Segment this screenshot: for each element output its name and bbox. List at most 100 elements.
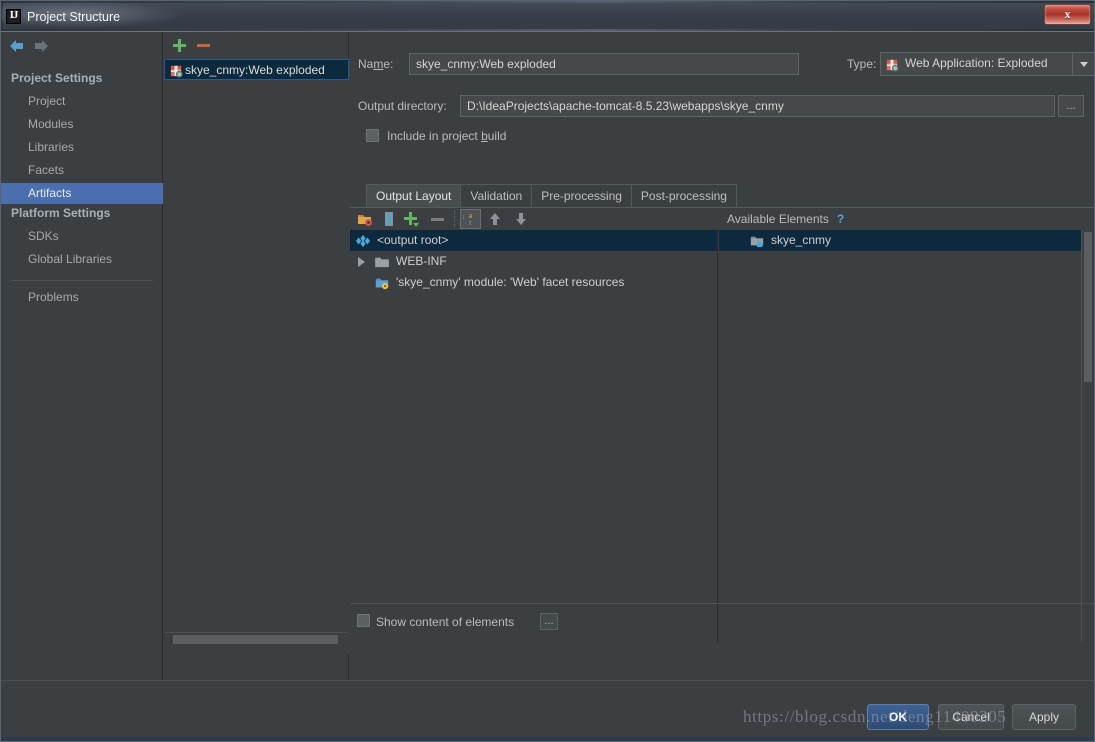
- tab-output-layout[interactable]: Output Layout: [366, 184, 462, 208]
- ok-button[interactable]: OK: [867, 704, 929, 730]
- output-directory-label: Output directory:: [358, 99, 447, 113]
- back-arrow-icon[interactable]: [7, 38, 27, 54]
- artifact-icon: [170, 65, 183, 78]
- sidebar-group-project-settings: Project Settings: [11, 71, 103, 85]
- output-layout-footer: Show content of elements ...: [350, 603, 1094, 642]
- show-content-of-elements-checkbox[interactable]: [357, 614, 370, 627]
- intellij-logo-icon: IJ: [6, 9, 21, 24]
- sidebar-item-global-libraries[interactable]: Global Libraries: [1, 249, 163, 270]
- window-bottom-edge: [1, 737, 1094, 741]
- artifacts-toolbar: [164, 32, 349, 59]
- show-content-options-button[interactable]: ...: [540, 613, 558, 630]
- artifacts-horizontal-scrollbar[interactable]: [165, 632, 347, 646]
- remove-element-icon[interactable]: [431, 218, 444, 221]
- add-archive-icon[interactable]: [381, 211, 397, 227]
- minus-icon[interactable]: [197, 44, 210, 47]
- artifact-detail-panel: Name: skye_cnmy:Web exploded Type: Web A…: [350, 32, 1094, 680]
- title-bar: IJ Project Structure x: [1, 1, 1094, 32]
- sidebar-item-label: Artifacts: [28, 186, 72, 200]
- artifacts-list-panel: skye_cnmy:Web exploded: [164, 32, 349, 680]
- cancel-button[interactable]: Cancel: [938, 704, 1004, 730]
- sidebar-item-label: Problems: [28, 290, 79, 304]
- close-icon: x: [1064, 7, 1071, 21]
- include-label-mnemonic: b: [481, 129, 488, 143]
- type-label: Type:: [847, 57, 877, 71]
- sidebar-divider: [11, 280, 153, 281]
- close-button[interactable]: x: [1044, 4, 1091, 25]
- browse-output-directory-button[interactable]: ...: [1058, 95, 1084, 117]
- name-label-mnemonic: m: [373, 57, 384, 71]
- folder-icon: [375, 257, 389, 268]
- sidebar-item-facets[interactable]: Facets: [1, 160, 163, 181]
- name-label-part1: Na: [358, 57, 374, 71]
- include-in-project-build-label: Include in project build: [387, 129, 506, 143]
- move-down-icon[interactable]: [513, 211, 529, 227]
- tab-label: Post-processing: [640, 189, 727, 203]
- sidebar-item-libraries[interactable]: Libraries: [1, 137, 163, 158]
- tree-row-label: 'skye_cnmy' module: 'Web' facet resource…: [396, 275, 625, 289]
- list-item[interactable]: skye_cnmy: [719, 230, 1094, 251]
- sidebar-item-problems[interactable]: Problems: [1, 287, 163, 308]
- sidebar-item-sdks[interactable]: SDKs: [1, 226, 163, 247]
- add-copy-of-icon[interactable]: [357, 211, 373, 227]
- tree-row[interactable]: <output root>: [350, 230, 717, 251]
- output-directory-input[interactable]: D:\IdeaProjects\apache-tomcat-8.5.23\web…: [460, 95, 1055, 117]
- available-elements-panel: skye_cnmy: [719, 208, 1094, 642]
- tree-row-label: WEB-INF: [396, 254, 447, 268]
- list-item-label: skye_cnmy:Web exploded: [185, 63, 325, 77]
- list-item-label: skye_cnmy: [771, 233, 832, 247]
- tab-label: Output Layout: [376, 189, 452, 203]
- sidebar-group-platform-settings: Platform Settings: [11, 206, 111, 220]
- svg-text:z: z: [469, 220, 472, 227]
- sidebar-item-label: Libraries: [28, 140, 75, 154]
- title-bar-surface: [3, 3, 1094, 29]
- include-in-project-build-checkbox[interactable]: [366, 129, 379, 142]
- scrollbar-thumb[interactable]: [173, 635, 338, 644]
- scrollbar-thumb[interactable]: [1084, 232, 1092, 382]
- chevron-down-icon[interactable]: [1072, 53, 1094, 75]
- tab-label: Validation: [470, 189, 523, 203]
- artifact-type-value: Web Application: Exploded: [905, 56, 1048, 70]
- sidebar-item-label: Project: [28, 94, 66, 108]
- sidebar-item-artifacts[interactable]: Artifacts: [1, 183, 163, 204]
- settings-sidebar: Project Settings Project Modules Librari…: [1, 32, 163, 680]
- name-label-part2: e:: [383, 57, 394, 71]
- dialog-button-bar: OK Cancel Apply: [1, 680, 1094, 741]
- facet-resources-icon: [375, 278, 389, 290]
- tab-post-processing[interactable]: Post-processing: [631, 184, 737, 208]
- plus-icon[interactable]: [172, 38, 187, 53]
- sidebar-item-label: Global Libraries: [28, 252, 113, 266]
- project-structure-dialog: IJ Project Structure x Project Settings …: [0, 0, 1095, 742]
- intellij-logo-text: IJ: [9, 9, 19, 21]
- list-item[interactable]: skye_cnmy:Web exploded: [164, 59, 349, 80]
- sidebar-item-label: Modules: [28, 117, 74, 131]
- move-up-icon[interactable]: [487, 211, 503, 227]
- artifact-type-select[interactable]: Web Application: Exploded: [880, 52, 1094, 76]
- sidebar-item-label: Facets: [28, 163, 65, 177]
- tree-row[interactable]: 'skye_cnmy' module: 'Web' facet resource…: [350, 272, 717, 293]
- sidebar-item-label: SDKs: [28, 229, 59, 243]
- artifact-tabs: Output Layout Validation Pre-processing …: [366, 184, 737, 208]
- sidebar-item-project[interactable]: Project: [1, 91, 163, 112]
- artifacts-list: skye_cnmy:Web exploded: [164, 59, 349, 654]
- include-label-part2: uild: [487, 129, 507, 143]
- sort-alphabetically-icon[interactable]: ↓ a z: [460, 209, 481, 229]
- forward-arrow-icon[interactable]: [31, 38, 51, 54]
- show-content-of-elements-label: Show content of elements: [376, 615, 515, 629]
- tab-validation[interactable]: Validation: [461, 184, 533, 208]
- toolbar-separator: [454, 211, 456, 227]
- tree-row-label: <output root>: [377, 233, 449, 247]
- artifact-name-input[interactable]: skye_cnmy:Web exploded: [409, 53, 799, 75]
- web-application-icon: [886, 59, 899, 72]
- available-elements-scrollbar[interactable]: [1081, 230, 1094, 642]
- window-title: Project Structure: [27, 10, 121, 24]
- tab-pre-processing[interactable]: Pre-processing: [532, 184, 632, 208]
- add-element-icon[interactable]: [404, 212, 419, 227]
- chevron-right-icon[interactable]: [358, 257, 365, 267]
- sidebar-item-modules[interactable]: Modules: [1, 114, 163, 135]
- tree-row[interactable]: WEB-INF: [350, 251, 717, 272]
- apply-button[interactable]: Apply: [1012, 704, 1076, 730]
- name-label: Name:: [358, 57, 393, 71]
- sidebar-nav-arrows: [1, 32, 163, 57]
- output-layout-panel: ↓ a z Available Elements? <output root> …: [350, 207, 1094, 642]
